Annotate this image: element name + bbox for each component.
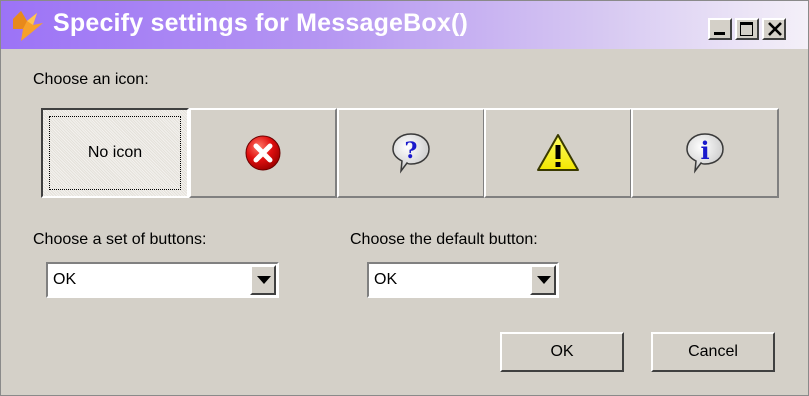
icon-selector: No icon ? i bbox=[41, 108, 779, 198]
choose-buttons-label: Choose a set of buttons: bbox=[33, 231, 207, 248]
choose-default-label: Choose the default button: bbox=[350, 231, 538, 248]
buttons-set-select[interactable]: OK bbox=[46, 262, 279, 298]
error-icon-option[interactable] bbox=[189, 108, 337, 198]
close-icon bbox=[768, 22, 782, 36]
information-icon-option[interactable]: i bbox=[631, 108, 779, 198]
svg-text:?: ? bbox=[405, 138, 418, 164]
question-icon-option[interactable]: ? bbox=[337, 108, 485, 198]
maximize-button[interactable] bbox=[735, 18, 759, 40]
warning-icon-option[interactable] bbox=[484, 108, 632, 198]
default-button-value: OK bbox=[374, 271, 398, 288]
title-bar[interactable]: Specify settings for MessageBox() bbox=[1, 1, 808, 49]
warning-icon bbox=[537, 134, 579, 171]
window-title: Specify settings for MessageBox() bbox=[53, 9, 469, 37]
no-icon-label: No icon bbox=[87, 144, 143, 161]
messagebox-settings-dialog: Specify settings for MessageBox() Choose… bbox=[0, 0, 809, 396]
chevron-down-icon[interactable] bbox=[250, 265, 276, 295]
fox-head-icon bbox=[13, 11, 43, 41]
chevron-down-icon[interactable] bbox=[530, 265, 556, 295]
choose-icon-label: Choose an icon: bbox=[33, 71, 149, 88]
minimize-button[interactable] bbox=[708, 18, 732, 40]
buttons-set-value: OK bbox=[53, 271, 77, 288]
error-icon bbox=[245, 135, 281, 171]
information-icon: i bbox=[686, 133, 724, 174]
default-button-select[interactable]: OK bbox=[367, 262, 559, 298]
no-icon-option[interactable]: No icon bbox=[41, 108, 189, 198]
cancel-button[interactable]: Cancel bbox=[651, 332, 775, 372]
question-icon: ? bbox=[392, 133, 430, 174]
ok-button[interactable]: OK bbox=[500, 332, 624, 372]
svg-text:i: i bbox=[700, 136, 709, 165]
close-button[interactable] bbox=[762, 18, 786, 40]
